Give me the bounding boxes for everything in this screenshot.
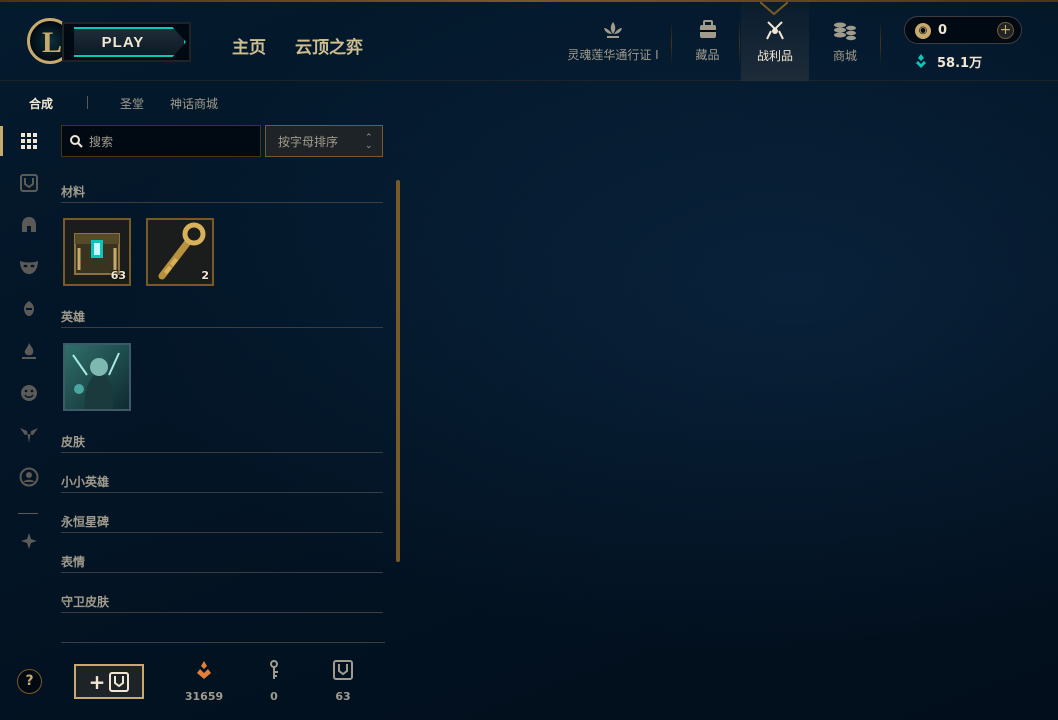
blue-essence-amount: 58.1万: [937, 56, 983, 71]
nav-store[interactable]: 商城: [815, 2, 875, 81]
chest-icon: [333, 660, 353, 680]
key-count: 2: [201, 269, 209, 282]
orange-essence-stat: 31659: [174, 660, 234, 703]
filter-tft-button[interactable]: [18, 298, 40, 320]
footer-divider: [61, 642, 385, 643]
active-chevron-icon: [760, 2, 788, 16]
section-divider: [61, 327, 383, 328]
open-chest-plus: +: [88, 669, 106, 694]
profile-icon: [19, 467, 39, 487]
filter-emote-button[interactable]: [18, 382, 40, 404]
nav-home[interactable]: 主页: [232, 33, 266, 58]
rp-amount: 0: [938, 23, 948, 38]
tab-mythic-shop[interactable]: 神话商城: [170, 95, 218, 112]
nav-tft[interactable]: 云顶之弈: [295, 33, 363, 58]
chests-stat: 63: [313, 660, 373, 703]
chest-count: 63: [110, 269, 126, 282]
nav-pass[interactable]: 灵魂莲华通行证 I: [563, 2, 663, 81]
section-materials-title: 材料: [61, 185, 86, 199]
coins-icon: [834, 22, 856, 41]
grid-icon: [21, 133, 37, 149]
section-divider: [61, 202, 383, 203]
filter-champion-button[interactable]: [18, 214, 40, 236]
sort-arrows-icon: ⌃ ⌄: [365, 133, 373, 151]
section-skins-title: 皮肤: [61, 435, 86, 449]
section-divider: [61, 612, 383, 613]
tab-craft[interactable]: 合成: [29, 95, 53, 112]
filter-eternals-button[interactable]: [18, 340, 40, 362]
nav-divider: [880, 20, 881, 66]
help-button[interactable]: ?: [17, 669, 42, 694]
chest-icon: [20, 174, 38, 192]
section-eternals-title: 永恒星碑: [61, 515, 110, 529]
filter-icon-button[interactable]: [18, 466, 40, 488]
section-little-legends-title: 小小英雄: [61, 475, 110, 489]
open-chest-button[interactable]: +: [74, 664, 144, 699]
logo-letter-icon: L: [42, 26, 63, 59]
rail-active-indicator: [0, 126, 3, 156]
tab-divider: [87, 96, 88, 109]
filter-other-button[interactable]: [18, 530, 40, 552]
play-button[interactable]: PLAY: [62, 22, 191, 62]
champion-portrait-icon: [65, 345, 129, 409]
section-divider: [61, 492, 383, 493]
filter-all-button[interactable]: [18, 130, 40, 152]
orange-essence-icon: [197, 661, 211, 679]
key-icon: [270, 660, 278, 679]
smiley-icon: [21, 385, 37, 401]
rp-wallet: ◉ 0 +: [904, 16, 1022, 44]
filter-chest-button[interactable]: [18, 172, 40, 194]
orange-essence-amount: 31659: [184, 690, 224, 703]
filter-skin-button[interactable]: [18, 256, 40, 278]
ward-icon: [20, 428, 38, 443]
rail-divider: [18, 513, 38, 514]
play-button-label: PLAY: [74, 27, 186, 57]
search-input[interactable]: 搜索: [61, 125, 261, 157]
tab-sanctum[interactable]: 圣堂: [120, 95, 144, 112]
little-legend-icon: [24, 301, 34, 316]
loot-icon: [766, 21, 784, 40]
section-wards-title: 守卫皮肤: [61, 595, 110, 609]
loot-item-key[interactable]: 2: [146, 218, 214, 286]
blue-essence-icon: [916, 54, 926, 68]
crystal-icon: [21, 533, 37, 549]
header: L PLAY 主页 云顶之弈 灵魂莲华通行证 I 藏品 战利品 商城 ◉ 0 +…: [0, 2, 1058, 81]
loot-item-champion[interactable]: [63, 343, 131, 411]
loot-window: L PLAY 主页 云顶之弈 灵魂莲华通行证 I 藏品 战利品 商城 ◉ 0 +…: [0, 0, 1058, 720]
nav-divider: [671, 20, 672, 66]
lotus-icon: [604, 22, 622, 38]
section-divider: [61, 452, 383, 453]
flame-icon: [22, 343, 36, 359]
keys-amount: 0: [270, 690, 278, 703]
keys-stat: 0: [244, 660, 304, 703]
helmet-icon: [22, 217, 36, 232]
filter-ward-button[interactable]: [18, 424, 40, 446]
search-icon: [70, 135, 83, 148]
loot-scrollbar[interactable]: [396, 180, 400, 562]
sort-dropdown[interactable]: 按字母排序 ⌃ ⌄: [265, 125, 383, 157]
backpack-icon: [699, 20, 716, 38]
nav-collection-label: 藏品: [695, 48, 720, 62]
nav-pass-label: 灵魂莲华通行证 I: [567, 48, 659, 62]
section-divider: [61, 532, 383, 533]
nav-store-label: 商城: [832, 49, 857, 63]
nav-divider: [739, 20, 740, 66]
search-placeholder: 搜索: [89, 135, 114, 149]
chests-amount: 63: [335, 690, 351, 703]
chest-icon: [109, 671, 130, 692]
section-champions-title: 英雄: [61, 310, 86, 324]
loot-item-chest[interactable]: 63: [63, 218, 131, 286]
rp-icon: ◉: [915, 23, 931, 39]
nav-collection[interactable]: 藏品: [680, 2, 735, 81]
mask-icon: [20, 261, 38, 274]
section-emotes-title: 表情: [61, 555, 86, 569]
sort-label: 按字母排序: [278, 135, 339, 149]
section-divider: [61, 572, 383, 573]
buy-rp-button[interactable]: +: [997, 22, 1014, 39]
nav-loot-label: 战利品: [756, 49, 793, 63]
